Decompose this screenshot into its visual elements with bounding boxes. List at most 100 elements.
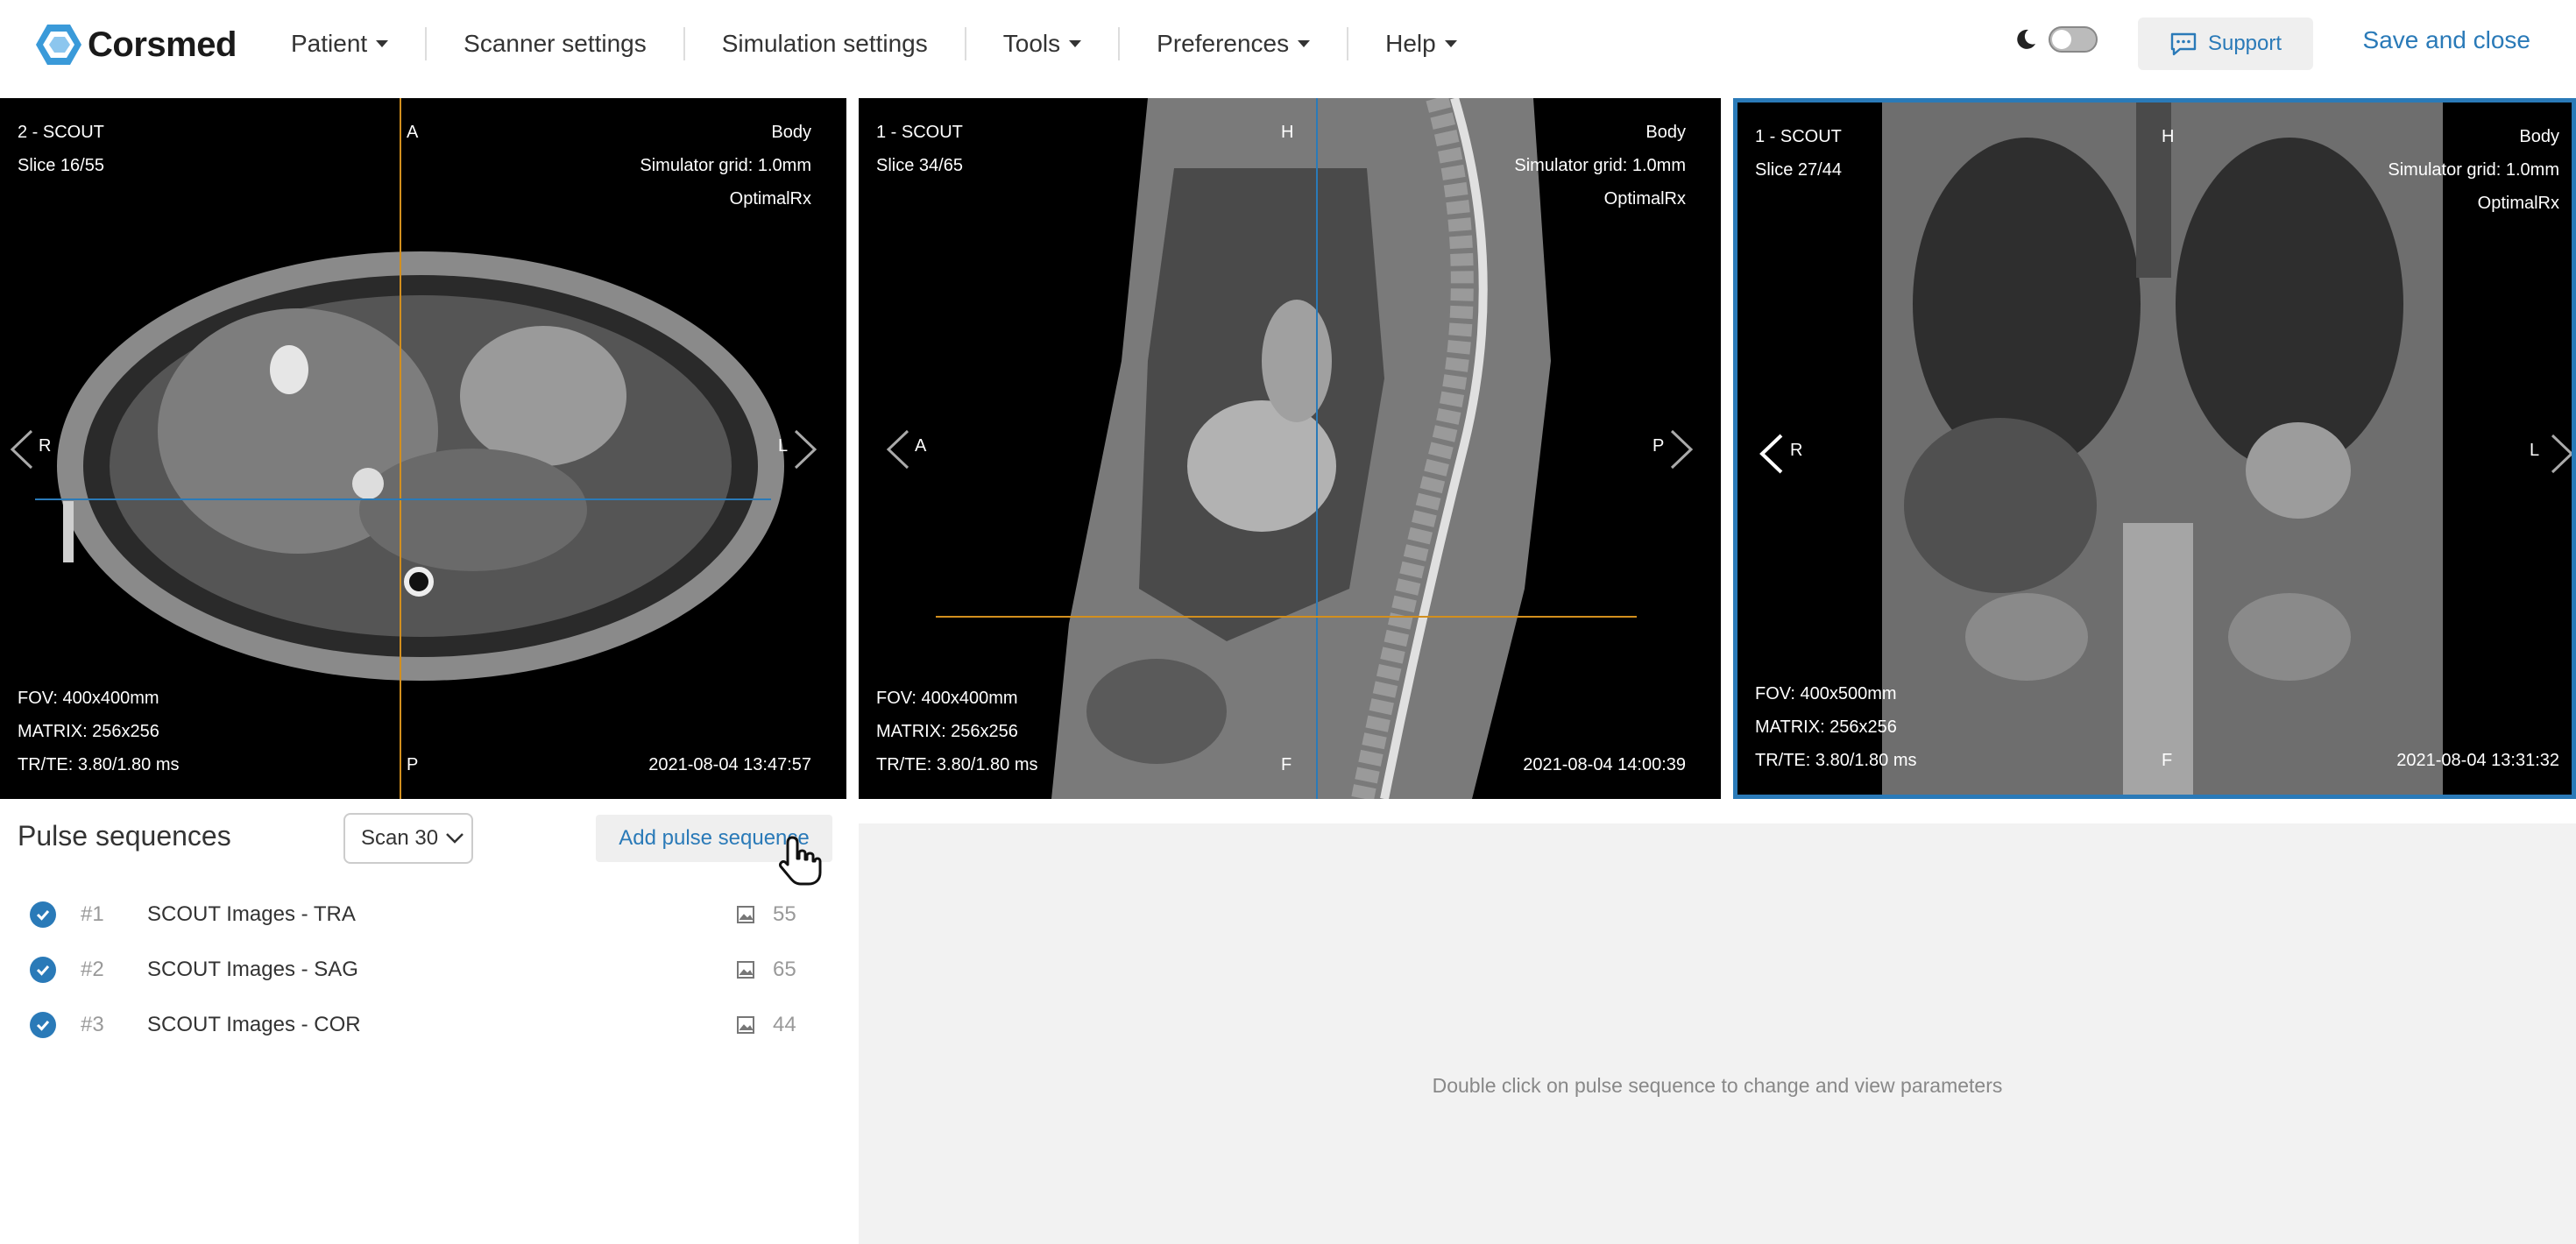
overlay-top-right: Body Simulator grid: 1.0mm OptimalRx xyxy=(1514,116,1686,216)
pulse-sequence-row[interactable]: #1 SCOUT Images - TRA 55 xyxy=(0,887,846,942)
next-slice-arrow-icon[interactable] xyxy=(1667,428,1696,471)
next-slice-arrow-icon[interactable] xyxy=(2547,432,2576,476)
scan-select-dropdown[interactable]: Scan 30 xyxy=(343,813,473,864)
sequence-name: SCOUT Images - COR xyxy=(147,1012,361,1036)
menu-patient-label: Patient xyxy=(291,30,368,57)
chat-icon xyxy=(2170,32,2197,56)
image-icon xyxy=(737,905,754,923)
top-navigation-bar: Corsmed Patient Scanner settings Simulat… xyxy=(0,0,2576,98)
sequence-number: #3 xyxy=(81,1012,104,1036)
support-button[interactable]: Support xyxy=(2138,18,2313,70)
grid-label: Simulator grid: 1.0mm xyxy=(640,156,811,175)
menu-help-label: Help xyxy=(1385,30,1436,57)
orientation-left: R xyxy=(39,436,52,456)
corsmed-logo[interactable]: Corsmed xyxy=(35,23,237,67)
menu-patient[interactable]: Patient xyxy=(254,26,425,61)
viewport-axial[interactable]: 2 - SCOUT Slice 16/55 Body Simulator gri… xyxy=(0,98,846,799)
corsmed-logo-icon xyxy=(36,25,81,65)
image-count: 44 xyxy=(773,1012,796,1036)
menu-preferences[interactable]: Preferences xyxy=(1120,26,1347,61)
series-label: 1 - SCOUT xyxy=(876,123,963,142)
trte-label: TR/TE: 3.80/1.80 ms xyxy=(18,755,180,774)
menu-tools-label: Tools xyxy=(1002,30,1061,57)
scan-select-value: Scan 30 xyxy=(361,826,439,850)
menu-scanner-settings-label: Scanner settings xyxy=(464,30,647,57)
overlay-bottom-left: FOV: 400x400mm MATRIX: 256x256 TR/TE: 3.… xyxy=(876,682,1038,781)
orientation-right: L xyxy=(778,436,789,456)
orientation-top: A xyxy=(407,123,419,142)
trte-label: TR/TE: 3.80/1.80 ms xyxy=(876,755,1038,774)
overlay-top-left: 2 - SCOUT Slice 16/55 xyxy=(18,116,104,182)
pulse-sequences-title: Pulse sequences xyxy=(18,820,231,852)
sequence-number: #2 xyxy=(81,957,104,981)
menu-scanner-settings[interactable]: Scanner settings xyxy=(427,26,683,61)
slice-label: Slice 34/65 xyxy=(876,156,963,175)
orientation-top: H xyxy=(1281,123,1294,142)
overlay-top-left: 1 - SCOUT Slice 27/44 xyxy=(1755,120,1842,187)
region-label: Body xyxy=(2519,127,2559,146)
overlay-top-right: Body Simulator grid: 1.0mm OptimalRx xyxy=(640,116,811,216)
check-circle-icon xyxy=(30,956,56,983)
pulse-sequences-panel: Pulse sequences Scan 30 Add pulse sequen… xyxy=(0,799,846,1244)
overlay-top-left: 1 - SCOUT Slice 34/65 xyxy=(876,116,963,182)
timestamp-label: 2021-08-04 14:00:39 xyxy=(1523,755,1686,774)
pulse-sequence-row[interactable]: #2 SCOUT Images - SAG 65 xyxy=(0,942,846,997)
hand-pointer-cursor-icon xyxy=(779,836,822,886)
series-label: 2 - SCOUT xyxy=(18,123,104,142)
menu-preferences-label: Preferences xyxy=(1157,30,1290,57)
chevron-down-icon xyxy=(446,833,464,844)
matrix-label: MATRIX: 256x256 xyxy=(1755,717,1897,737)
moon-icon xyxy=(2017,29,2035,49)
save-and-close-link[interactable]: Save and close xyxy=(2363,26,2530,54)
overlay-top-right: Body Simulator grid: 1.0mm OptimalRx xyxy=(2388,120,2559,220)
slice-label: Slice 27/44 xyxy=(1755,160,1842,180)
fov-label: FOV: 400x500mm xyxy=(1755,684,1897,703)
orientation-bottom: F xyxy=(1281,755,1292,774)
check-circle-icon xyxy=(30,1011,56,1038)
series-label: 1 - SCOUT xyxy=(1755,127,1842,146)
region-label: Body xyxy=(771,123,811,142)
trte-label: TR/TE: 3.80/1.80 ms xyxy=(1755,751,1917,770)
timestamp-label: 2021-08-04 13:47:57 xyxy=(648,755,811,774)
image-icon xyxy=(737,960,754,979)
image-count: 55 xyxy=(773,901,796,926)
check-circle-icon xyxy=(30,901,56,928)
sequence-name: SCOUT Images - TRA xyxy=(147,901,356,926)
toggle-knob xyxy=(2052,30,2071,49)
timestamp-label: 2021-08-04 13:31:32 xyxy=(2396,751,2559,770)
orientation-left: A xyxy=(915,436,927,456)
fov-label: FOV: 400x400mm xyxy=(18,689,159,708)
parameters-hint: Double click on pulse sequence to change… xyxy=(1432,1074,2003,1097)
previous-slice-arrow-icon[interactable] xyxy=(7,428,37,471)
pulse-sequence-row[interactable]: #3 SCOUT Images - COR 44 xyxy=(0,997,846,1052)
menu-simulation-settings-label: Simulation settings xyxy=(721,30,928,57)
caret-down-icon xyxy=(1444,40,1457,47)
menu-simulation-settings[interactable]: Simulation settings xyxy=(685,26,965,61)
grid-label: Simulator grid: 1.0mm xyxy=(1514,156,1686,175)
grid-label: Simulator grid: 1.0mm xyxy=(2388,160,2559,180)
region-label: Body xyxy=(1645,123,1686,142)
next-slice-arrow-icon[interactable] xyxy=(790,428,820,471)
method-label: OptimalRx xyxy=(1603,189,1686,209)
viewport-sagittal[interactable]: 1 - SCOUT Slice 34/65 Body Simulator gri… xyxy=(859,98,1721,799)
orientation-left: R xyxy=(1790,441,1803,460)
overlay-bottom-left: FOV: 400x500mm MATRIX: 256x256 TR/TE: 3.… xyxy=(1755,677,1917,777)
theme-switch xyxy=(2013,26,2098,53)
previous-slice-arrow-icon[interactable] xyxy=(883,428,913,471)
menu-tools[interactable]: Tools xyxy=(966,26,1118,61)
orientation-bottom: P xyxy=(407,755,419,774)
caret-down-icon xyxy=(1069,40,1082,47)
pulse-sequence-list: #1 SCOUT Images - TRA 55 #2 SCOUT Images… xyxy=(0,887,846,1052)
orientation-top: H xyxy=(2162,127,2175,146)
matrix-label: MATRIX: 256x256 xyxy=(18,722,159,741)
image-icon xyxy=(737,1015,754,1034)
matrix-label: MATRIX: 256x256 xyxy=(876,722,1018,741)
slice-label: Slice 16/55 xyxy=(18,156,104,175)
menu-help[interactable]: Help xyxy=(1348,26,1494,61)
viewport-coronal[interactable]: 1 - SCOUT Slice 27/44 Body Simulator gri… xyxy=(1733,98,2576,799)
previous-slice-arrow-icon[interactable] xyxy=(1757,432,1787,476)
main-menu: Patient Scanner settings Simulation sett… xyxy=(254,0,1494,88)
dark-mode-toggle[interactable] xyxy=(2049,26,2098,53)
orientation-bottom: F xyxy=(2162,751,2173,770)
fov-label: FOV: 400x400mm xyxy=(876,689,1018,708)
